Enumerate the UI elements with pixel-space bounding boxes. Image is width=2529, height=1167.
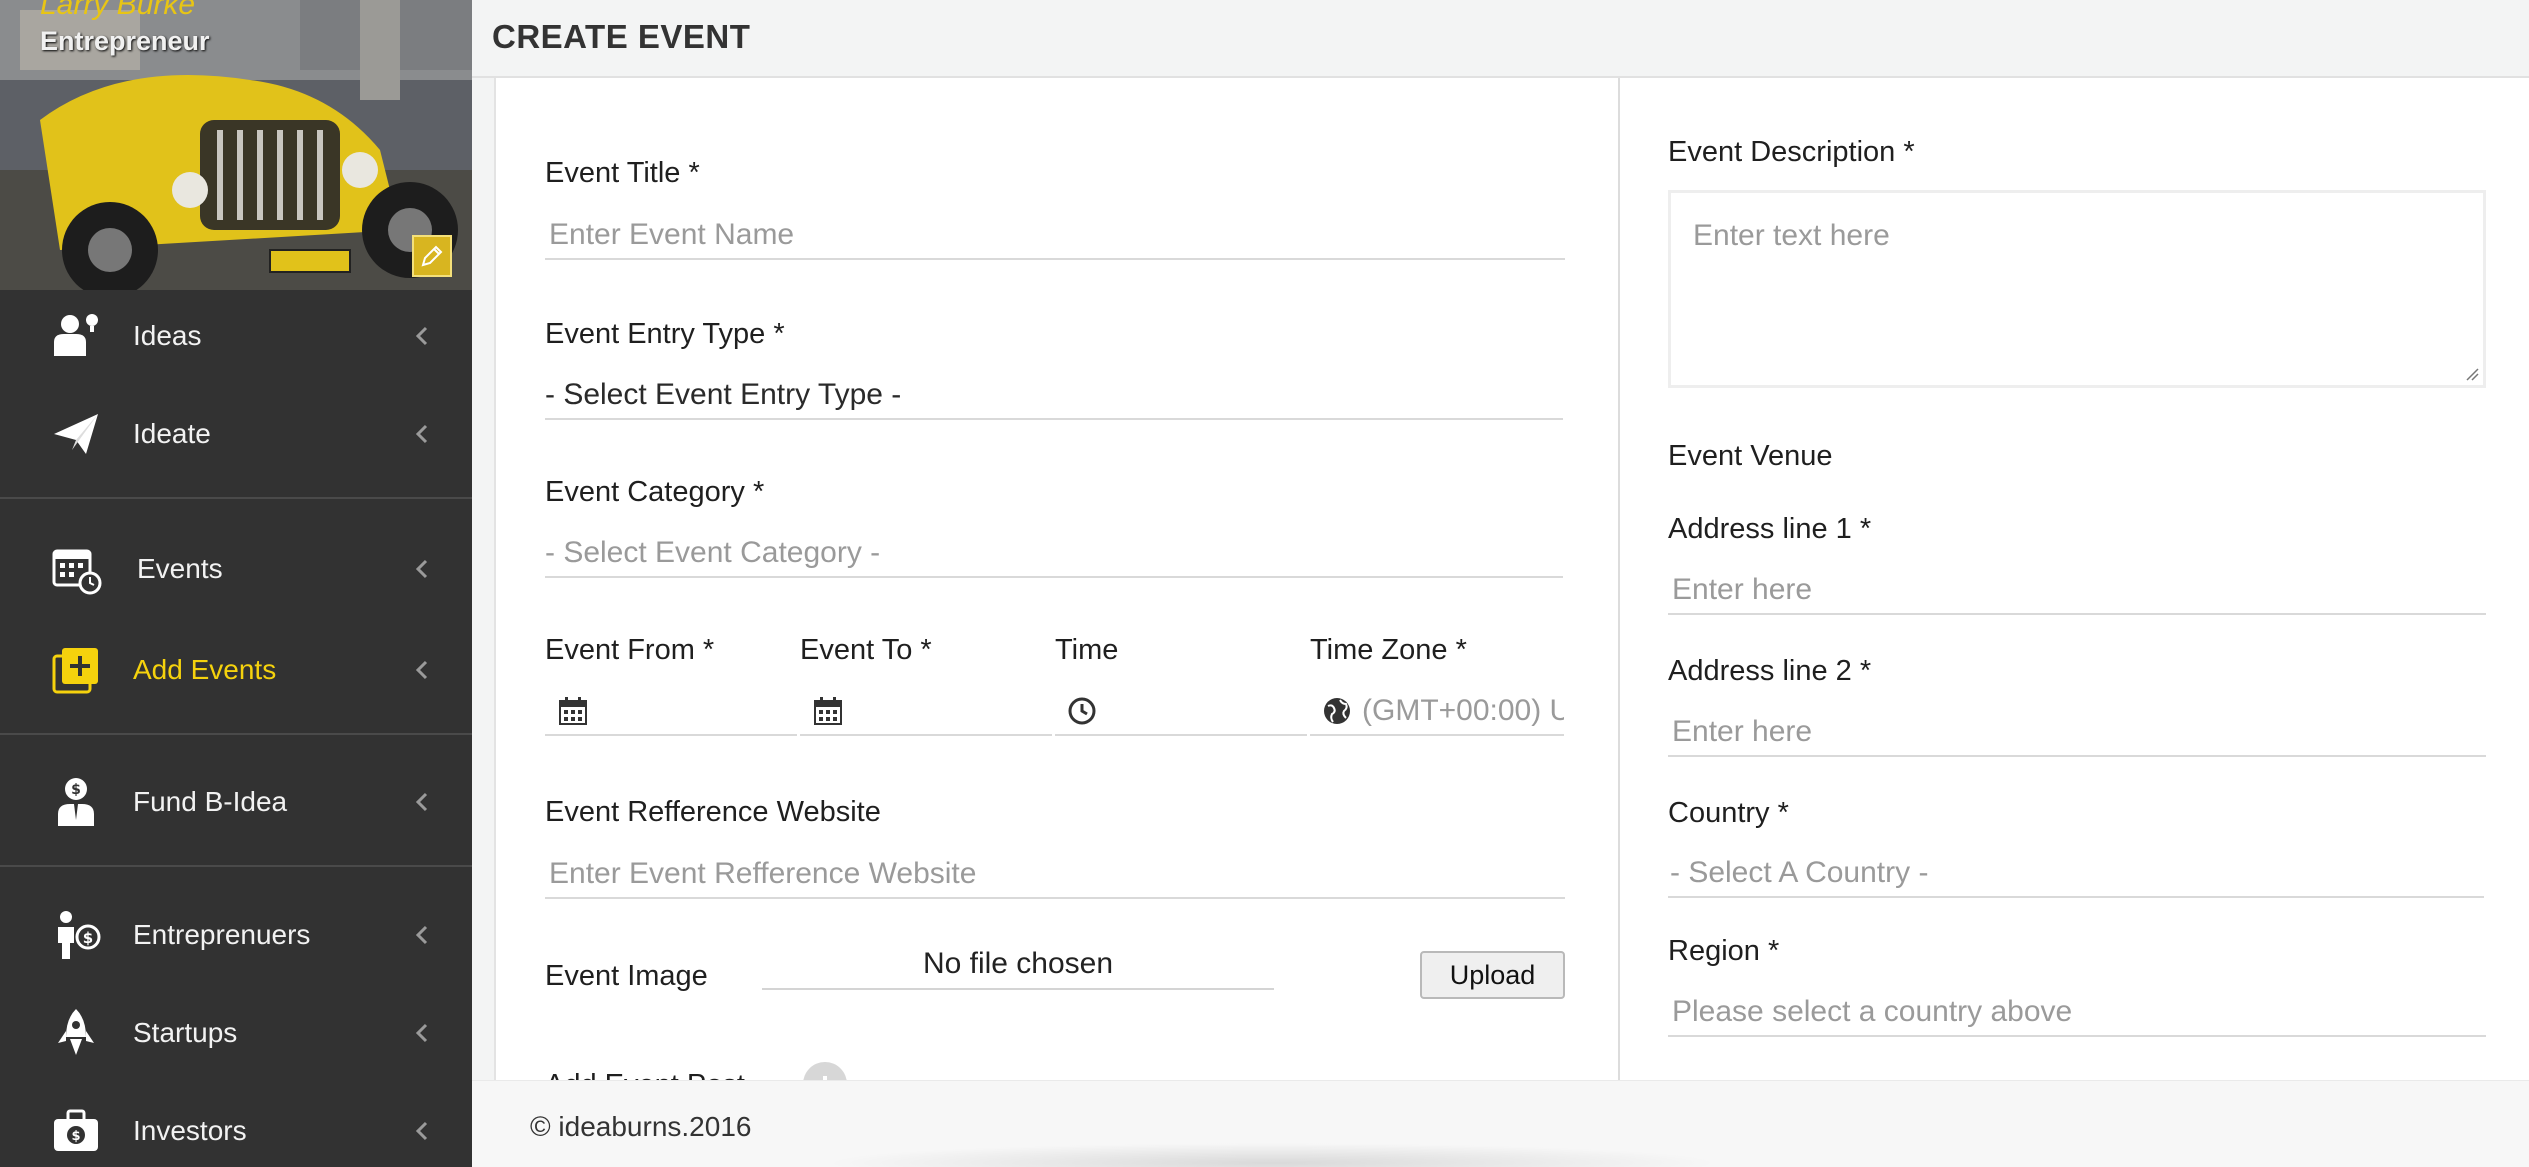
sidebar-item-label: Startups — [133, 1017, 238, 1048]
plus-square-icon — [48, 642, 104, 698]
sidebar: Larry Burke Entrepreneur Ideas Ideate Ev… — [0, 0, 472, 1167]
file-chooser[interactable]: No file chosen — [762, 940, 1274, 990]
event-title-input[interactable]: Enter Event Name — [545, 212, 1565, 260]
svg-text:$: $ — [71, 782, 81, 798]
page-header: CREATE EVENT — [472, 0, 2529, 78]
idea-user-icon — [48, 308, 104, 364]
time-input[interactable] — [1055, 688, 1307, 736]
sidebar-item-startups[interactable]: Startups — [0, 1007, 472, 1059]
address-line-1-label: Address line 1 * — [1668, 513, 1872, 545]
country-label: Country * — [1668, 797, 1789, 829]
time-label: Time — [1055, 634, 1119, 666]
chevron-left-icon — [415, 326, 428, 346]
event-title-label: Event Title * — [545, 157, 700, 189]
briefcase-icon: $ — [48, 1103, 104, 1159]
chevron-left-icon — [415, 559, 428, 579]
sidebar-divider — [0, 865, 472, 867]
rocket-icon — [48, 1005, 104, 1061]
footer: © ideaburns.2016 — [472, 1080, 2529, 1167]
sidebar-item-investors[interactable]: $ Investors — [0, 1105, 472, 1157]
event-image-label: Event Image — [545, 960, 708, 992]
event-website-label: Event Refference Website — [545, 796, 881, 828]
time-zone-select[interactable]: (GMT+00:00) U — [1310, 688, 1564, 736]
event-from-label: Event From * — [545, 634, 715, 666]
clock-icon — [1068, 697, 1096, 725]
event-category-select[interactable]: - Select Event Category - — [545, 530, 1563, 578]
globe-icon — [1324, 698, 1350, 724]
event-website-input[interactable]: Enter Event Refference Website — [545, 851, 1565, 899]
sidebar-divider — [0, 497, 472, 499]
sidebar-divider — [0, 733, 472, 735]
event-description-label: Event Description * — [1668, 136, 1915, 168]
businessman-dollar-icon: $ — [48, 774, 104, 830]
sidebar-item-ideate[interactable]: Ideate — [0, 408, 472, 460]
add-event-post-label: Add Event Post — [545, 1063, 745, 1081]
svg-text:$: $ — [83, 929, 93, 947]
event-category-label: Event Category * — [545, 476, 765, 508]
profile-banner: Larry Burke Entrepreneur — [0, 0, 472, 290]
chevron-left-icon — [415, 1121, 428, 1141]
resize-grip-icon[interactable] — [2465, 367, 2479, 381]
profile-role: Entrepreneur — [40, 26, 210, 56]
chevron-left-icon — [415, 792, 428, 812]
event-venue-heading: Event Venue — [1668, 440, 1833, 472]
sidebar-item-ideas[interactable]: Ideas — [0, 310, 472, 362]
sidebar-item-label: Events — [137, 553, 223, 584]
sidebar-item-label: Ideate — [133, 418, 211, 449]
sidebar-item-events[interactable]: Events — [0, 543, 472, 595]
pencil-icon — [421, 245, 443, 267]
sidebar-item-add-events[interactable]: Add Events — [0, 644, 472, 696]
event-description-placeholder: Enter text here — [1693, 219, 1890, 252]
event-entry-type-label: Event Entry Type * — [545, 318, 785, 350]
footer-copyright: © ideaburns.2016 — [530, 1111, 752, 1142]
region-select[interactable]: Please select a country above — [1668, 989, 2486, 1037]
address-line-1-input[interactable]: Enter here — [1668, 567, 2486, 615]
sidebar-item-label: Fund B-Idea — [133, 786, 288, 817]
calendar-icon — [814, 697, 842, 725]
sidebar-item-label: Ideas — [133, 320, 202, 351]
calendar-clock-icon — [48, 541, 104, 597]
event-to-date-input[interactable] — [800, 688, 1052, 736]
sidebar-item-label: Entreprenuers — [133, 919, 311, 950]
address-line-2-input[interactable]: Enter here — [1668, 709, 2486, 757]
sidebar-item-fund-b-idea[interactable]: $ Fund B-Idea — [0, 776, 472, 828]
event-to-label: Event To * — [800, 634, 932, 666]
edit-profile-button[interactable] — [412, 235, 452, 277]
time-zone-value: (GMT+00:00) U — [1362, 694, 1564, 727]
chevron-left-icon — [415, 660, 428, 680]
page-title: CREATE EVENT — [492, 18, 751, 55]
calendar-icon — [559, 697, 587, 725]
paper-plane-icon — [48, 406, 104, 462]
footer-shadow — [822, 1143, 1722, 1167]
chevron-left-icon — [415, 424, 428, 444]
sidebar-item-label: Add Events — [133, 654, 277, 685]
sidebar-item-label: Investors — [133, 1115, 247, 1146]
svg-text:$: $ — [71, 1129, 80, 1144]
person-dollar-icon: $ — [48, 907, 104, 963]
event-description-textarea[interactable]: Enter text here — [1668, 190, 2486, 388]
region-label: Region * — [1668, 935, 1780, 967]
event-from-date-input[interactable] — [545, 688, 797, 736]
chevron-left-icon — [415, 1023, 428, 1043]
event-entry-type-select[interactable]: - Select Event Entry Type - — [545, 372, 1563, 420]
upload-button[interactable]: Upload — [1420, 951, 1565, 999]
time-zone-label: Time Zone * — [1310, 634, 1467, 666]
country-select[interactable]: - Select A Country - — [1668, 850, 2484, 898]
chevron-left-icon — [415, 925, 428, 945]
profile-name: Larry Burke — [40, 0, 196, 21]
sidebar-item-entreprenuers[interactable]: $ Entreprenuers — [0, 909, 472, 961]
address-line-2-label: Address line 2 * — [1668, 655, 1872, 687]
